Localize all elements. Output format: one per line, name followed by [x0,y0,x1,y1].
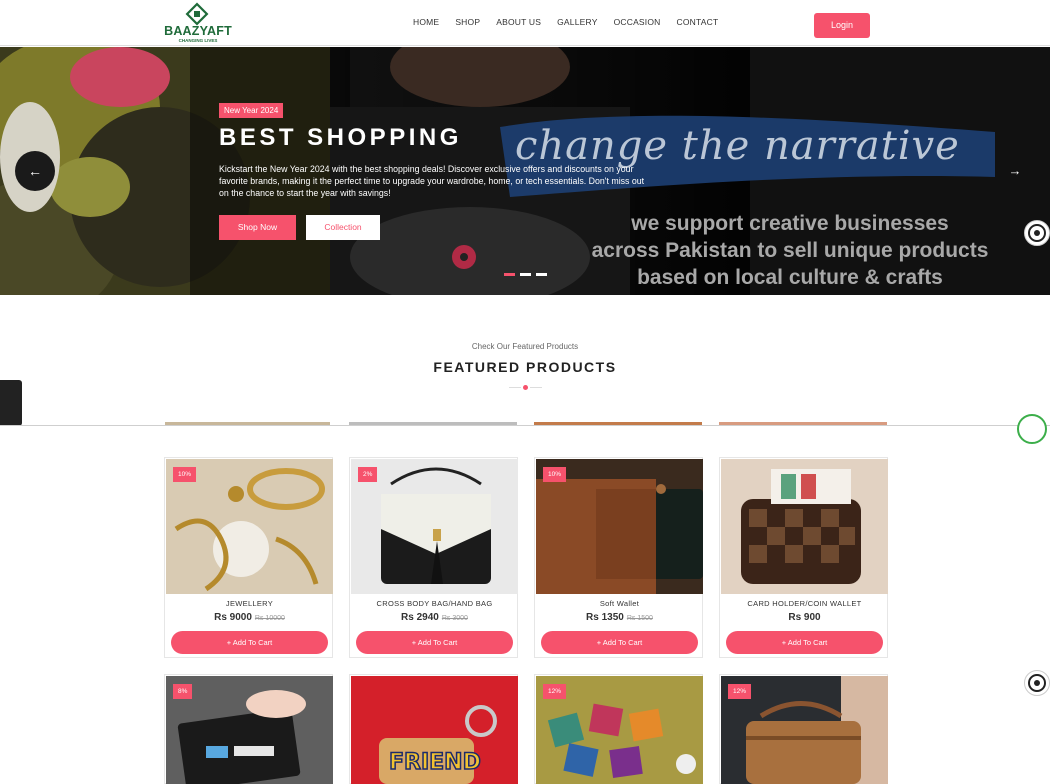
slider-dot[interactable] [520,273,531,276]
price-old: Rs 10000 [254,615,285,622]
product-card[interactable]: 12% [719,674,888,784]
product-image[interactable]: FRIEND [351,676,518,784]
featured-divider [509,385,543,390]
login-button[interactable]: Login [814,13,870,38]
discount-badge: 2% [358,467,378,482]
arrow-left-icon: ← [28,163,42,179]
accessibility-icon [1028,674,1046,692]
accessibility-widget[interactable] [1024,670,1050,696]
brand-logo[interactable]: BAAZYAFT CHANGING LIVES [163,2,233,44]
discount-badge: 10% [543,467,567,482]
add-to-cart-button[interactable]: + Add To Cart [171,631,328,654]
chat-button[interactable] [1017,414,1047,444]
product-card[interactable]: CARD HOLDER/COIN WALLET Rs 900 + Add To … [719,457,888,658]
discount-badge: 10% [173,467,197,482]
discount-badge: 8% [173,684,193,699]
site-header: BAAZYAFT CHANGING LIVES HOME SHOP ABOUT … [0,0,1050,46]
price-current: Rs 9000 [214,612,252,623]
add-to-cart-button[interactable]: + Add To Cart [356,631,513,654]
brand-name: BAAZYAFT [164,24,232,38]
product-card[interactable]: 12% [534,674,703,784]
nav-shop[interactable]: SHOP [455,17,480,27]
product-card[interactable]: 10% Soft Wallet Rs 1350 Rs 1500 + Add To … [534,457,703,658]
slider-dot[interactable] [536,273,547,276]
hero-slogan-line: based on local culture & crafts [637,266,943,289]
product-price: Rs 9000 Rs 10000 [165,612,334,623]
product-price: Rs 2940 Rs 3000 [350,612,519,623]
accessibility-widget[interactable] [1024,220,1050,246]
product-image[interactable] [721,459,888,594]
nav-occasion[interactable]: OCCASION [614,17,661,27]
hero-description: Kickstart the New Year 2024 with the bes… [219,164,645,198]
price-current: Rs 2940 [401,612,439,623]
product-image[interactable]: 10% [166,459,333,594]
featured-subtitle: Check Our Featured Products [471,342,579,351]
slider-dots [504,273,552,276]
featured-title: FEATURED PRODUCTS [433,359,617,375]
product-name[interactable]: CARD HOLDER/COIN WALLET [720,599,889,608]
main-nav: HOME SHOP ABOUT US GALLERY OCCASION CONT… [413,17,734,27]
product-card[interactable]: 2% CROSS BODY BAG/HAND BAG Rs 2940 Rs 300… [349,457,518,658]
collection-button[interactable]: Collection [306,215,380,240]
price-current: Rs 900 [788,612,821,623]
product-name[interactable]: CROSS BODY BAG/HAND BAG [350,599,519,608]
price-old: Rs 3000 [441,615,468,622]
section-divider [0,425,1050,426]
add-to-cart-button[interactable]: + Add To Cart [726,631,883,654]
hero-badge: New Year 2024 [219,103,284,118]
nav-contact[interactable]: CONTACT [677,17,719,27]
product-image[interactable]: 2% [351,459,518,594]
price-current: Rs 1350 [586,612,624,623]
logo-mark-icon [185,2,209,26]
hero-slogan-line: across Pakistan to sell unique products [591,239,989,262]
product-card[interactable]: FRIEND [349,674,518,784]
price-old: Rs 1500 [626,615,653,622]
add-to-cart-button[interactable]: + Add To Cart [541,631,698,654]
nav-about-us[interactable]: ABOUT US [496,17,541,27]
brand-tagline: CHANGING LIVES [178,38,218,43]
nav-home[interactable]: HOME [413,17,439,27]
product-image[interactable]: 10% [536,459,703,594]
slider-prev-button[interactable]: ← [15,151,55,191]
nav-gallery[interactable]: GALLERY [557,17,597,27]
discount-badge: 12% [543,684,567,699]
hero-title: BEST SHOPPING [219,124,462,151]
accessibility-icon [1028,224,1046,242]
product-card[interactable]: 8% [164,674,333,784]
discount-badge: 12% [728,684,752,699]
svg-text:FRIEND: FRIEND [389,750,481,775]
hero-slider: change the narrative we support creative… [0,47,1050,295]
slider-next-button[interactable]: → [1004,160,1026,182]
product-name[interactable]: Soft Wallet [535,599,704,608]
product-image[interactable]: 8% [166,676,333,784]
product-price: Rs 1350 Rs 1500 [535,612,704,623]
arrow-right-icon: → [1008,163,1022,178]
product-image[interactable]: 12% [721,676,888,784]
product-card[interactable]: 10% JEWELLERY Rs 9000 Rs 10000 + Add To C… [164,457,333,658]
product-name[interactable]: JEWELLERY [165,599,334,608]
product-price: Rs 900 [720,612,889,623]
side-tab[interactable] [0,380,22,426]
shop-now-button[interactable]: Shop Now [219,215,296,240]
slider-dot[interactable] [504,273,515,276]
hero-slogan-line: we support creative businesses [631,212,949,235]
product-image[interactable]: 12% [536,676,703,784]
